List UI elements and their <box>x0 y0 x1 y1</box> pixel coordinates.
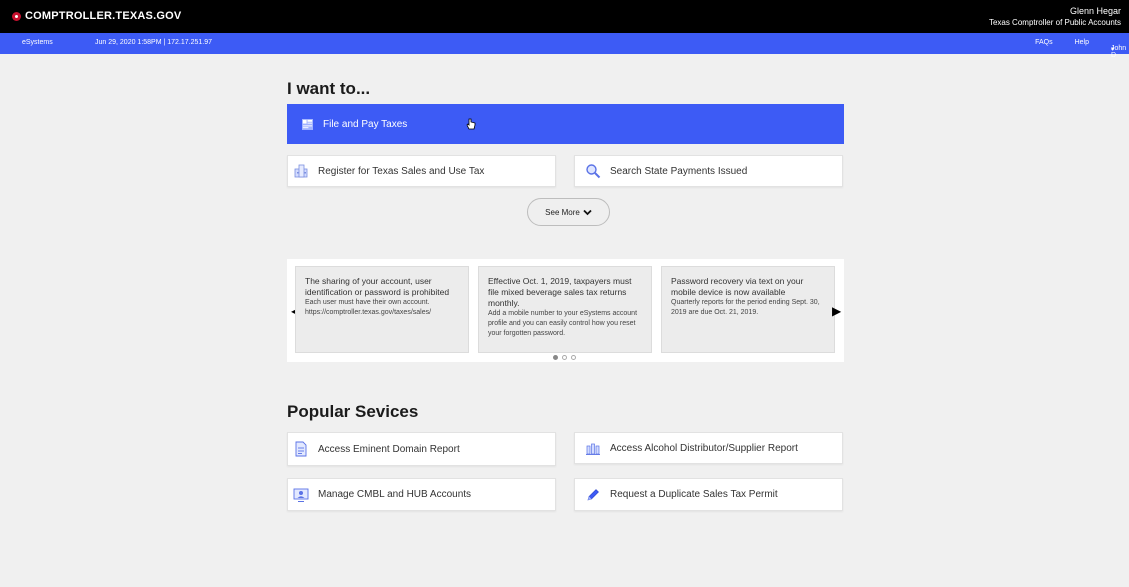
building-icon <box>294 164 308 178</box>
carousel-dot[interactable] <box>571 355 576 360</box>
register-sales-tax-label: Register for Texas Sales and Use Tax <box>318 165 485 177</box>
search-state-payments-button[interactable]: Search State Payments Issued <box>574 155 843 187</box>
slide-body: Add a mobile number to your eSystems acc… <box>488 310 638 337</box>
official-name: Glenn Hegar <box>1069 6 1121 16</box>
official-title: Texas Comptroller of Public Accounts <box>988 18 1121 27</box>
top-bar: COMPTROLLER.TEXAS.GOV Glenn Hegar Texas … <box>0 0 1129 33</box>
carousel-slide: Effective Oct. 1, 2019, taxpayers must f… <box>478 266 652 353</box>
nav-links: FAQs Help John D ▾ <box>1035 39 1126 59</box>
search-state-payments-label: Search State Payments Issued <box>610 165 748 177</box>
help-link[interactable]: Help <box>1075 39 1089 46</box>
faqs-link[interactable]: FAQs <box>1035 39 1053 46</box>
register-sales-tax-button[interactable]: Register for Texas Sales and Use Tax <box>287 155 556 187</box>
see-more-label: See More <box>545 207 580 217</box>
duplicate-sales-tax-permit-label: Request a Duplicate Sales Tax Permit <box>610 489 778 500</box>
carousel-slide: Password recovery via text on your mobil… <box>661 266 835 353</box>
announcements-carousel: ◀ The sharing of your account, user iden… <box>287 259 844 362</box>
site-logo[interactable]: COMPTROLLER.TEXAS.GOV <box>12 10 181 22</box>
file-pay-taxes-button[interactable]: File and Pay Taxes <box>287 104 844 144</box>
slide-headline: Effective Oct. 1, 2019, taxpayers must f… <box>488 276 632 308</box>
document-icon <box>295 441 307 457</box>
see-more-button[interactable]: See More <box>527 198 610 226</box>
carousel-slide: The sharing of your account, user identi… <box>295 266 469 353</box>
i-want-heading: I want to... <box>287 79 371 98</box>
hand-cursor-icon <box>466 118 476 130</box>
manage-cmbl-hub-button[interactable]: Manage CMBL and HUB Accounts <box>287 478 556 511</box>
pencil-icon <box>587 488 599 500</box>
monitor-user-icon <box>293 488 309 502</box>
eminent-domain-report-label: Access Eminent Domain Report <box>318 443 460 455</box>
manage-cmbl-hub-label: Manage CMBL and HUB Accounts <box>318 489 472 500</box>
session-info: Jun 29, 2020 1:58PM | 172.17.251.97 <box>95 39 213 46</box>
slide-body: Each user must have their own account. h… <box>305 299 432 316</box>
carousel-next-button[interactable]: ▶ <box>832 304 841 318</box>
magnify-icon <box>586 164 601 179</box>
slide-headline: Password recovery via text on your mobil… <box>671 276 804 297</box>
file-pay-taxes-label: File and Pay Taxes <box>323 118 408 130</box>
alcohol-distributor-report-label: Access Alcohol Distributor/Supplier Repo… <box>610 442 798 454</box>
carousel-dot[interactable] <box>562 355 567 360</box>
alcohol-distributor-report-button[interactable]: Access Alcohol Distributor/Supplier Repo… <box>574 432 843 464</box>
forms-icon <box>302 118 313 130</box>
nav-bar: eSystems Jun 29, 2020 1:58PM | 172.17.25… <box>0 33 1129 59</box>
chevron-down-icon: ▾ <box>1111 46 1115 53</box>
texas-star-icon <box>12 11 21 21</box>
carousel-pagination <box>553 355 576 360</box>
carousel-dot[interactable] <box>553 355 558 360</box>
slide-headline: The sharing of your account, user identi… <box>305 276 450 297</box>
app-name[interactable]: eSystems <box>22 39 53 46</box>
chevron-down-icon <box>583 209 592 215</box>
official-info: Glenn Hegar Texas Comptroller of Public … <box>989 6 1121 28</box>
bottles-icon <box>586 443 600 455</box>
eminent-domain-report-button[interactable]: Access Eminent Domain Report <box>287 432 556 466</box>
popular-services-heading: Popular Sevices <box>287 402 419 421</box>
duplicate-sales-tax-permit-button[interactable]: Request a Duplicate Sales Tax Permit <box>574 478 843 511</box>
logo-text: COMPTROLLER.TEXAS.GOV <box>25 10 182 22</box>
slide-body: Quarterly reports for the period ending … <box>671 299 820 316</box>
